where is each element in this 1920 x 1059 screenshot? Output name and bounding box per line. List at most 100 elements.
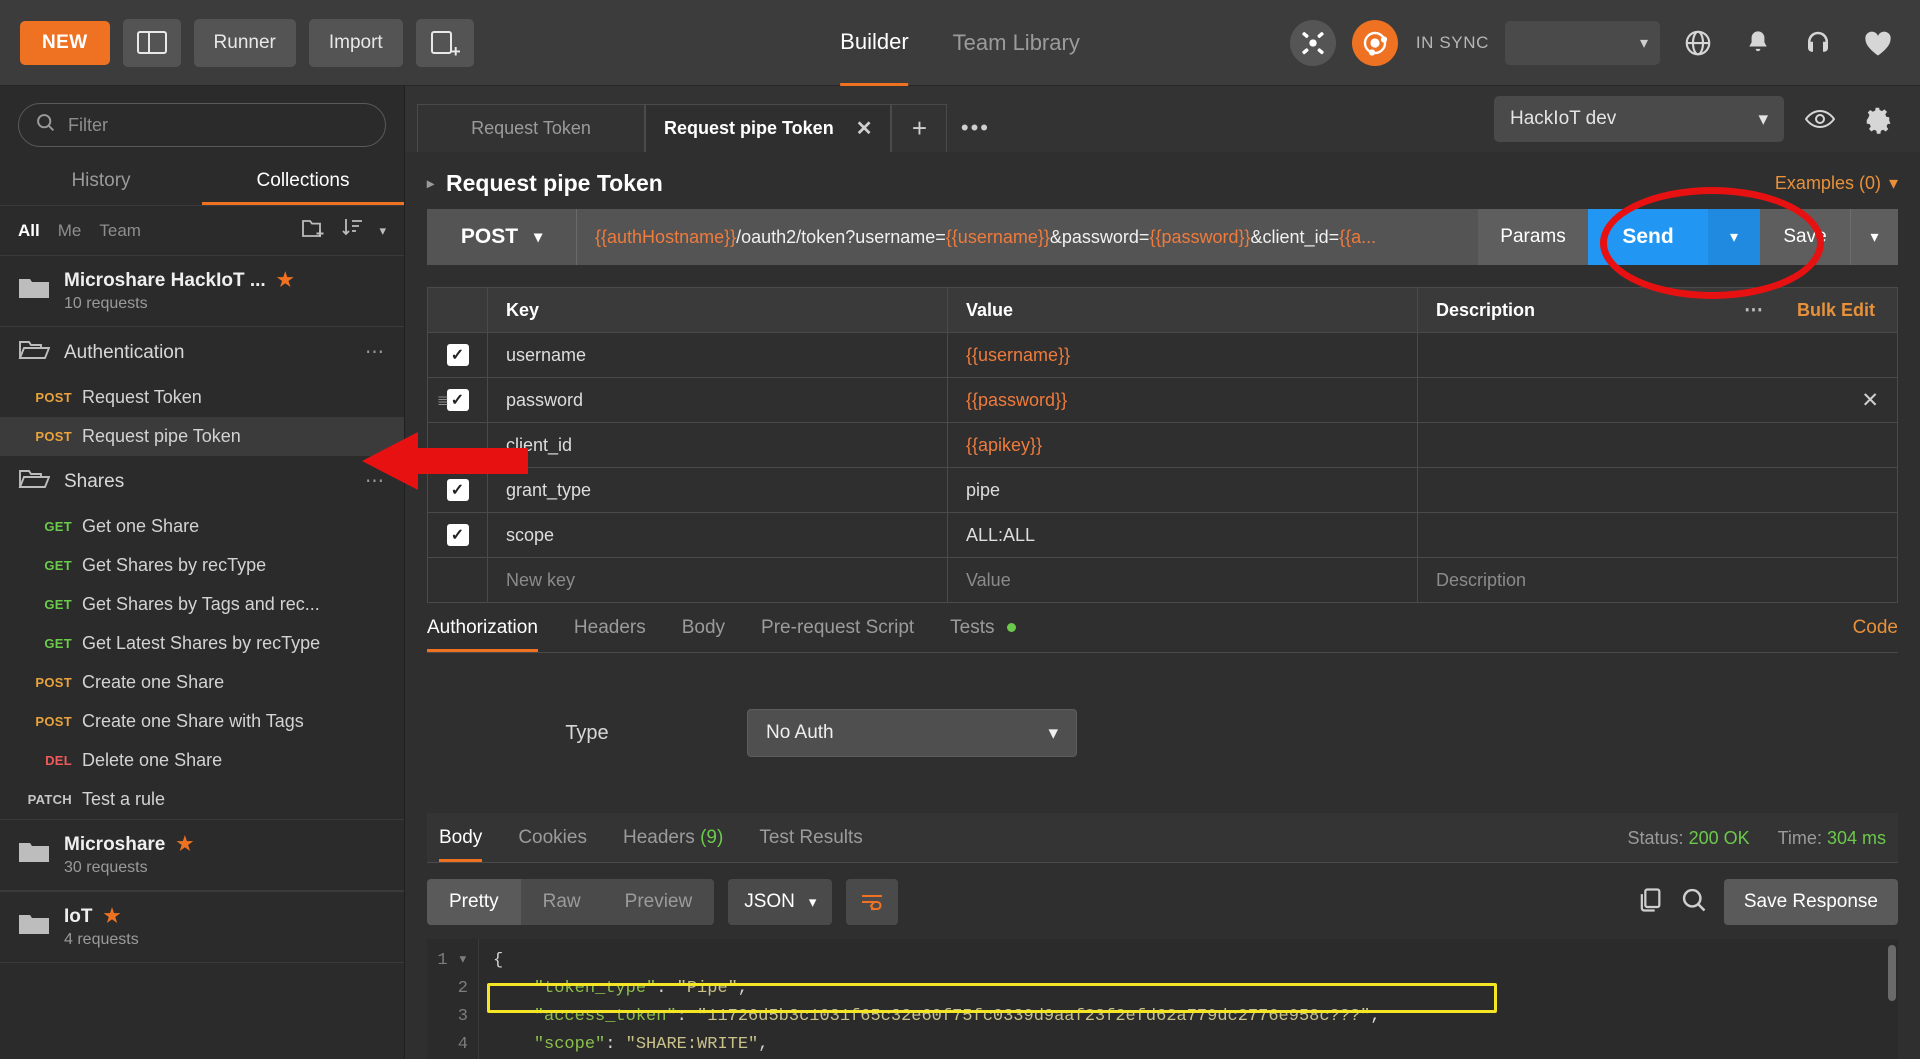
bell-icon[interactable] <box>1736 21 1780 65</box>
bulk-edit-link[interactable]: Bulk Edit <box>1797 300 1875 321</box>
new-folder-icon[interactable] <box>301 217 327 244</box>
view-mode-pretty[interactable]: Pretty <box>427 879 521 925</box>
table-row[interactable]: ✓ scope ALL:ALL <box>428 513 1897 558</box>
new-description-input[interactable]: Description <box>1418 558 1897 602</box>
folder-more-icon[interactable]: ⋯ <box>365 341 386 364</box>
sort-icon[interactable] <box>341 217 365 244</box>
eye-icon[interactable] <box>1798 97 1842 141</box>
request-item-request-token[interactable]: POST Request Token <box>0 378 404 417</box>
folder-more-icon[interactable]: ⋯ <box>365 470 386 493</box>
request-tabs-more-icon[interactable]: ••• <box>947 104 1003 152</box>
close-icon[interactable]: ✕ <box>856 116 873 141</box>
heart-icon[interactable] <box>1856 21 1900 65</box>
environment-select[interactable]: HackIoT dev ▾ <box>1494 96 1784 142</box>
tab-headers[interactable]: Headers <box>574 617 646 652</box>
scope-filter-all[interactable]: All <box>18 221 40 241</box>
row-value[interactable]: {{apikey}} <box>948 423 1418 467</box>
table-more-icon[interactable]: ⋯ <box>1744 299 1765 322</box>
search-input[interactable] <box>68 114 369 136</box>
table-row[interactable]: ✓ username {{username}} <box>428 333 1897 378</box>
request-item-get-shares-by-rectype[interactable]: GET Get Shares by recType <box>0 546 404 585</box>
tab-tests[interactable]: Tests <box>950 617 1016 652</box>
star-icon[interactable]: ★ <box>104 905 121 928</box>
add-request-tab-button[interactable]: + <box>891 104 948 152</box>
row-key[interactable]: password <box>488 378 948 422</box>
send-button[interactable]: Send <box>1588 209 1708 265</box>
request-item-get-shares-by-tags[interactable]: GET Get Shares by Tags and rec... <box>0 585 404 624</box>
delete-row-icon[interactable]: ✕ <box>1861 388 1879 413</box>
sync-icon[interactable] <box>1351 19 1398 66</box>
chevron-right-icon[interactable]: ▸ <box>427 175 434 192</box>
tab-authorization[interactable]: Authorization <box>427 617 538 652</box>
tab-builder[interactable]: Builder <box>840 0 909 86</box>
response-tab-test-results[interactable]: Test Results <box>759 827 862 862</box>
new-value-input[interactable]: Value <box>948 558 1418 602</box>
response-tab-headers[interactable]: Headers (9) <box>623 827 723 862</box>
search-icon[interactable] <box>1680 886 1708 919</box>
row-checkbox[interactable] <box>447 434 469 456</box>
new-tab-button[interactable]: + <box>415 18 474 67</box>
row-key[interactable]: client_id <box>488 423 948 467</box>
request-tab-request-token[interactable]: Request Token <box>417 104 645 152</box>
collection-iot[interactable]: IoT ★ 4 requests <box>0 891 404 963</box>
response-tab-cookies[interactable]: Cookies <box>518 827 587 862</box>
sidebar-toggle-button[interactable] <box>122 18 181 67</box>
request-item-request-pipe-token[interactable]: POST Request pipe Token <box>0 417 404 456</box>
response-scrollbar[interactable] <box>1888 945 1896 1001</box>
params-button[interactable]: Params <box>1478 209 1588 265</box>
request-item-delete-one-share[interactable]: DEL Delete one Share <box>0 741 404 780</box>
gear-icon[interactable] <box>1856 97 1900 141</box>
interceptor-icon[interactable] <box>1289 19 1336 66</box>
runner-button[interactable]: Runner <box>193 18 296 67</box>
save-options-button[interactable]: ▾ <box>1850 209 1898 265</box>
filter-box[interactable] <box>18 103 386 147</box>
row-key[interactable]: username <box>488 333 948 377</box>
table-row[interactable]: client_id {{apikey}} <box>428 423 1897 468</box>
row-key[interactable]: grant_type <box>488 468 948 512</box>
scope-filter-team[interactable]: Team <box>99 221 141 241</box>
table-row[interactable]: ✓ grant_type pipe <box>428 468 1897 513</box>
response-tab-body[interactable]: Body <box>439 827 482 862</box>
request-item-get-latest-shares[interactable]: GET Get Latest Shares by recType <box>0 624 404 663</box>
response-code[interactable]: { "token_type": "Pipe", "access_token": … <box>479 939 1898 1059</box>
environment-quick-select[interactable]: ▾ <box>1505 20 1660 65</box>
collection-microshare[interactable]: Microshare ★ 30 requests <box>0 819 404 891</box>
request-item-create-one-share[interactable]: POST Create one Share <box>0 663 404 702</box>
row-value[interactable]: pipe <box>948 468 1418 512</box>
chevron-down-icon[interactable]: ▾ <box>379 223 386 239</box>
drag-handle-icon[interactable]: ≣ <box>437 393 449 407</box>
view-mode-preview[interactable]: Preview <box>603 879 715 925</box>
row-checkbox[interactable]: ✓ <box>446 479 469 501</box>
copy-icon[interactable] <box>1636 886 1664 919</box>
row-description[interactable] <box>1418 468 1897 512</box>
row-value[interactable]: ALL:ALL <box>948 513 1418 557</box>
view-mode-raw[interactable]: Raw <box>521 879 603 925</box>
table-new-row[interactable]: New key Value Description <box>428 558 1897 603</box>
new-key-input[interactable]: New key <box>488 558 948 602</box>
row-key[interactable]: scope <box>488 513 948 557</box>
response-format-select[interactable]: JSON ▾ <box>728 879 833 925</box>
star-icon[interactable]: ★ <box>277 269 294 292</box>
row-description[interactable]: ✕ <box>1418 378 1897 422</box>
tab-body[interactable]: Body <box>682 617 725 652</box>
code-link[interactable]: Code <box>1853 617 1898 652</box>
row-description[interactable] <box>1418 423 1897 467</box>
examples-dropdown[interactable]: Examples (0) ▾ <box>1775 173 1898 194</box>
request-item-get-one-share[interactable]: GET Get one Share <box>0 507 404 546</box>
tab-team-library[interactable]: Team Library <box>953 0 1080 86</box>
import-button[interactable]: Import <box>308 18 403 67</box>
url-input[interactable]: {{authHostname}}/oauth2/token?username={… <box>577 209 1478 265</box>
word-wrap-icon[interactable] <box>846 879 899 925</box>
folder-authentication[interactable]: Authentication ⋯ <box>0 327 404 378</box>
request-tab-request-pipe-token[interactable]: Request pipe Token ✕ <box>645 104 892 152</box>
scope-filter-me[interactable]: Me <box>58 221 82 241</box>
save-response-button[interactable]: Save Response <box>1723 879 1898 925</box>
row-description[interactable] <box>1418 513 1897 557</box>
save-button[interactable]: Save <box>1760 209 1850 265</box>
row-checkbox[interactable]: ✓ <box>446 389 469 411</box>
star-icon[interactable]: ★ <box>176 833 193 856</box>
row-description[interactable] <box>1418 333 1897 377</box>
request-item-create-one-share-with-tags[interactable]: POST Create one Share with Tags <box>0 702 404 741</box>
request-item-test-a-rule[interactable]: PATCH Test a rule <box>0 780 404 819</box>
send-options-button[interactable]: ▾ <box>1708 209 1760 265</box>
